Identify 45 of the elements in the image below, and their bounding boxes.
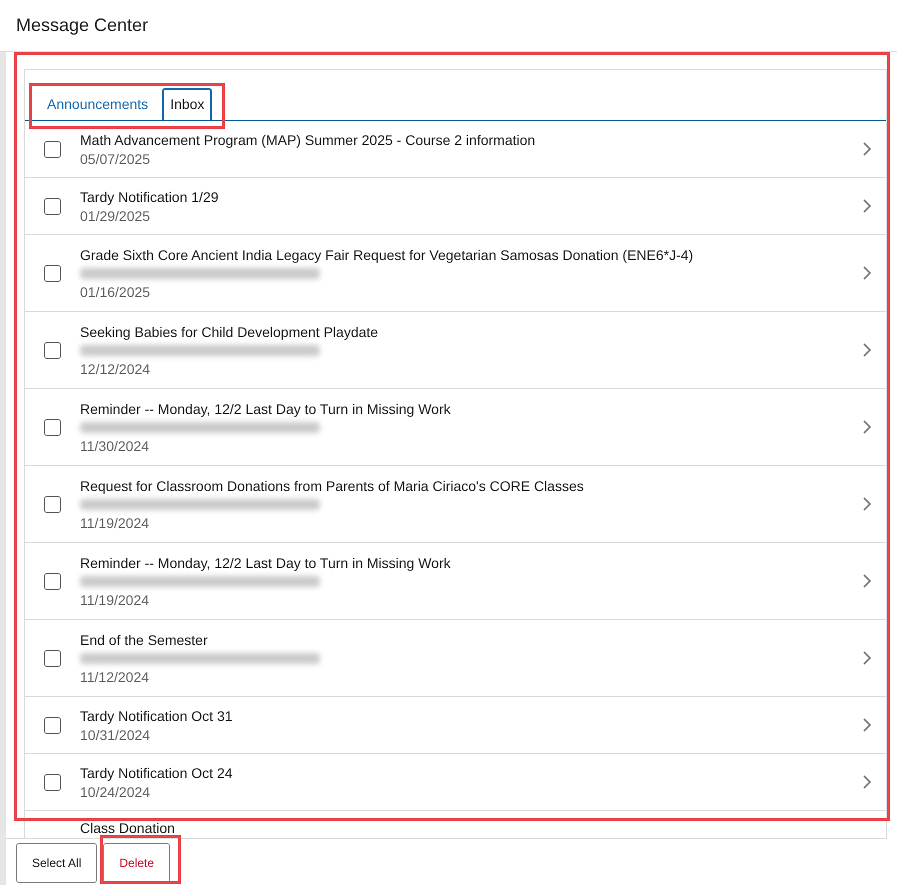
chevron-right-icon[interactable]	[862, 343, 872, 357]
checkbox[interactable]	[44, 774, 61, 790]
checkbox[interactable]	[44, 716, 61, 734]
checkbox[interactable]	[44, 198, 61, 214]
chevron-right-icon[interactable]	[862, 775, 872, 789]
message-date: 10/31/2024	[80, 726, 152, 742]
tab[interactable]: Inbox	[162, 88, 212, 120]
message-title[interactable]: End of the Semester	[80, 632, 862, 648]
message-date: 12/12/2024	[80, 360, 152, 376]
message-title[interactable]: Grade Sixth Core Ancient India Legacy Fair Request for Vegetarian Samosas Donation (ENE6*J-4)	[80, 246, 862, 262]
chevron-right-icon[interactable]	[862, 142, 872, 156]
message-date: 01/29/2025	[80, 208, 152, 224]
message-title[interactable]: Seeking Babies for Child Development Playdate	[80, 324, 862, 340]
message-title[interactable]: Reminder -- Monday, 12/2 Last Day to Turn in Missing Work	[80, 400, 862, 416]
chevron-right-icon[interactable]	[862, 574, 872, 588]
message-title[interactable]: Tardy Notification 1/29	[80, 188, 862, 204]
message-date: 11/19/2024	[80, 592, 150, 608]
checkbox[interactable]	[44, 140, 61, 158]
select-all-button[interactable]: Select All	[16, 843, 98, 883]
message-date: 05/07/2025	[80, 150, 152, 166]
message-title[interactable]: Request for Classroom Donations from Parents of Maria Ciriaco's CORE Classes	[80, 478, 862, 494]
message-date: 01/16/2025	[80, 284, 152, 300]
message-title[interactable]: Tardy Notification Oct 24	[80, 764, 862, 780]
message-date: 11/30/2024	[80, 438, 150, 454]
message-title[interactable]: Class Donation	[80, 820, 886, 836]
checkbox[interactable]	[44, 572, 61, 590]
page-title: Message Center	[16, 15, 148, 36]
message-date: 10/24/2024	[80, 784, 152, 800]
checkbox[interactable]	[44, 342, 61, 358]
chevron-right-icon[interactable]	[862, 651, 872, 665]
delete-button[interactable]: Delete	[103, 843, 170, 883]
message-title[interactable]: Math Advancement Program (MAP) Summer 2025 - Course 2 information	[80, 132, 862, 148]
message-date: 11/19/2024	[80, 514, 150, 530]
checkbox[interactable]	[44, 264, 61, 282]
message-title[interactable]: Reminder -- Monday, 12/2 Last Day to Turn in Missing Work	[80, 554, 862, 570]
message-title[interactable]: Tardy Notification Oct 31	[80, 708, 862, 724]
chevron-right-icon[interactable]	[862, 266, 872, 280]
checkbox[interactable]	[44, 650, 61, 666]
chevron-right-icon[interactable]	[862, 199, 872, 213]
checkbox[interactable]	[44, 418, 61, 436]
checkbox[interactable]	[44, 496, 61, 512]
message-date: 11/12/2024	[80, 668, 150, 684]
chevron-right-icon[interactable]	[862, 718, 872, 732]
chevron-right-icon[interactable]	[862, 420, 872, 434]
chevron-right-icon[interactable]	[862, 497, 872, 511]
